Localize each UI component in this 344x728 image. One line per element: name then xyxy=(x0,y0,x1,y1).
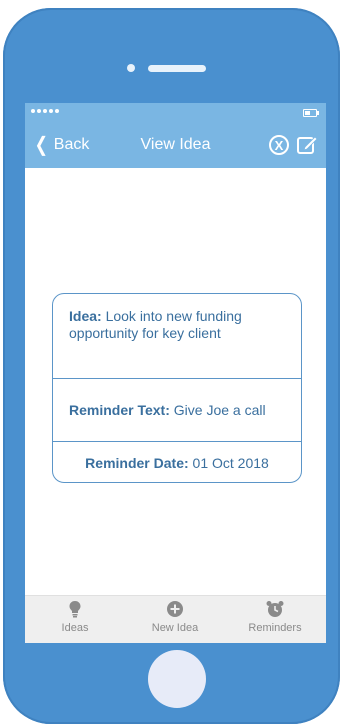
plus-circle-icon xyxy=(167,601,183,617)
idea-card: Idea: Look into new funding opportunity … xyxy=(52,293,302,483)
close-label: X xyxy=(274,137,284,153)
lightbulb-icon xyxy=(69,601,81,618)
reminder-text-value: Give Joe a call xyxy=(173,402,266,418)
tab-ideas[interactable]: Ideas xyxy=(25,600,125,634)
phone-frame: ❮ Back View Idea X Idea: Look into new f… xyxy=(3,8,340,724)
tab-new-idea-label: New Idea xyxy=(151,622,199,634)
reminder-text-row: Reminder Text: Give Joe a call xyxy=(53,379,301,442)
alarm-clock-icon xyxy=(266,601,284,617)
battery-icon xyxy=(303,109,319,117)
screen: ❮ Back View Idea X Idea: Look into new f… xyxy=(25,103,326,643)
tab-ideas-label: Ideas xyxy=(61,622,89,634)
earpiece-speaker xyxy=(148,65,206,72)
tab-reminders-label: Reminders xyxy=(248,622,302,634)
front-camera xyxy=(127,64,135,72)
edit-icon[interactable] xyxy=(296,134,318,156)
nav-bar: ❮ Back View Idea X xyxy=(25,123,326,168)
status-bar xyxy=(25,103,326,123)
tab-new-idea[interactable]: New Idea xyxy=(125,600,225,634)
close-icon[interactable]: X xyxy=(269,135,289,155)
tab-reminders[interactable]: Reminders xyxy=(225,600,325,634)
signal-icon xyxy=(31,109,59,113)
home-button[interactable] xyxy=(148,650,206,708)
tab-bar: Ideas New Idea Reminders xyxy=(25,595,326,643)
reminder-date-label: Reminder Date: xyxy=(85,455,189,471)
idea-row: Idea: Look into new funding opportunity … xyxy=(53,294,301,379)
reminder-text-label: Reminder Text: xyxy=(69,402,170,418)
idea-label: Idea: xyxy=(69,308,102,324)
reminder-date-row: Reminder Date: 01 Oct 2018 xyxy=(53,442,301,482)
reminder-date-value: 01 Oct 2018 xyxy=(192,455,269,471)
